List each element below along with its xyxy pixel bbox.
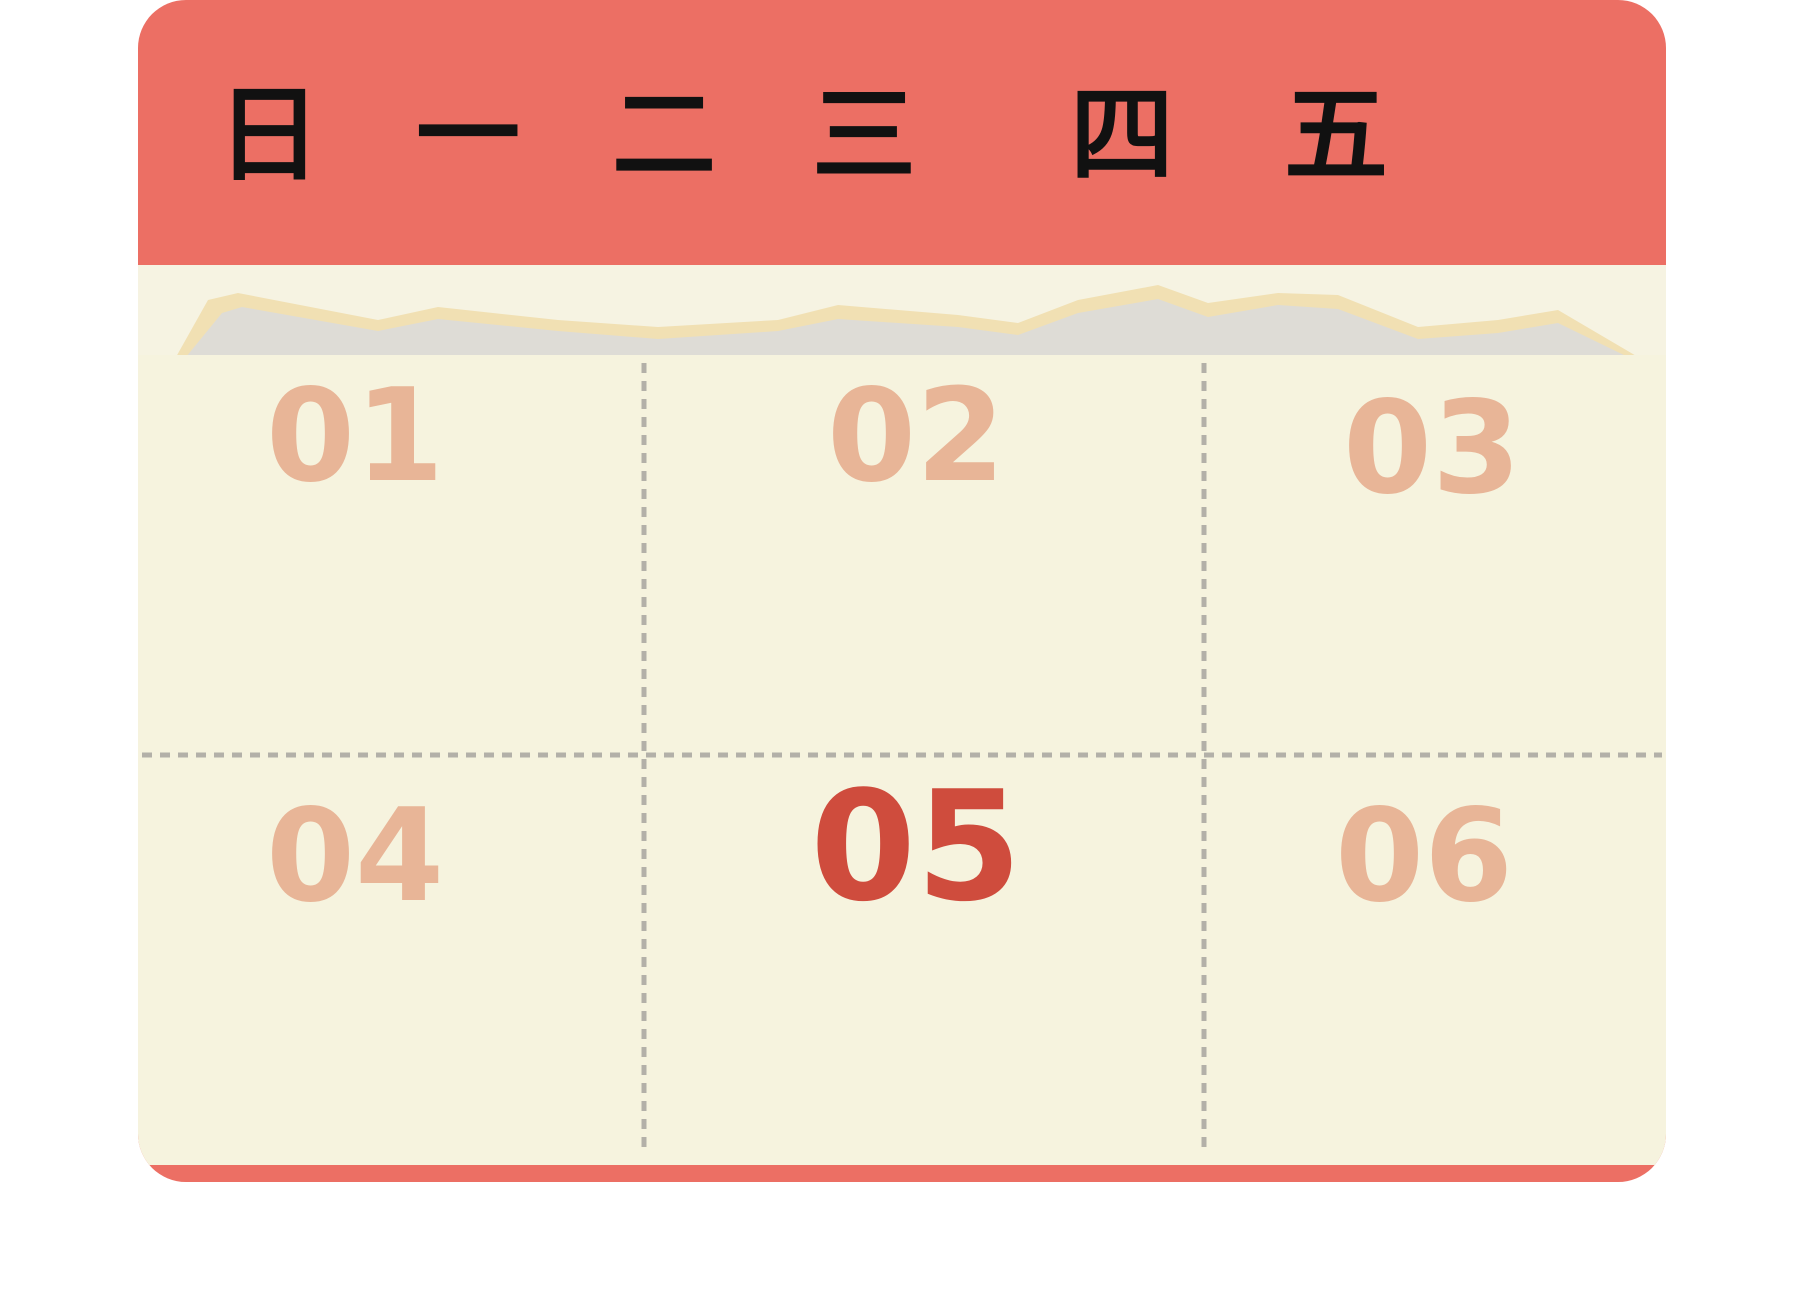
weekday-sunday: 日	[216, 73, 321, 196]
weekday-header: 日 一 二 三 四 五	[138, 0, 1666, 265]
page: 日 一 二 三 四 五 01 02 03 04 05 06	[0, 0, 1802, 1306]
weekday-friday: 五	[1283, 73, 1388, 196]
weekday-tuesday: 二	[611, 73, 716, 196]
torn-paper-strip	[138, 265, 1666, 357]
days-grid: 01 02 03 04 05 06	[138, 355, 1666, 1165]
day-cell-01[interactable]: 01	[205, 373, 505, 501]
day-cell-05-today[interactable]: 05	[766, 771, 1066, 923]
day-cell-04[interactable]: 04	[205, 793, 505, 921]
weekday-monday: 一	[415, 73, 520, 196]
torn-paper-edge	[176, 285, 1638, 357]
weekday-thursday: 四	[1069, 73, 1174, 196]
day-cell-06[interactable]: 06	[1274, 793, 1574, 921]
day-cell-02[interactable]: 02	[766, 373, 1066, 501]
weekday-wednesday: 三	[811, 73, 916, 196]
calendar-card: 日 一 二 三 四 五 01 02 03 04 05 06	[138, 0, 1666, 1182]
day-cell-03[interactable]: 03	[1282, 385, 1582, 513]
